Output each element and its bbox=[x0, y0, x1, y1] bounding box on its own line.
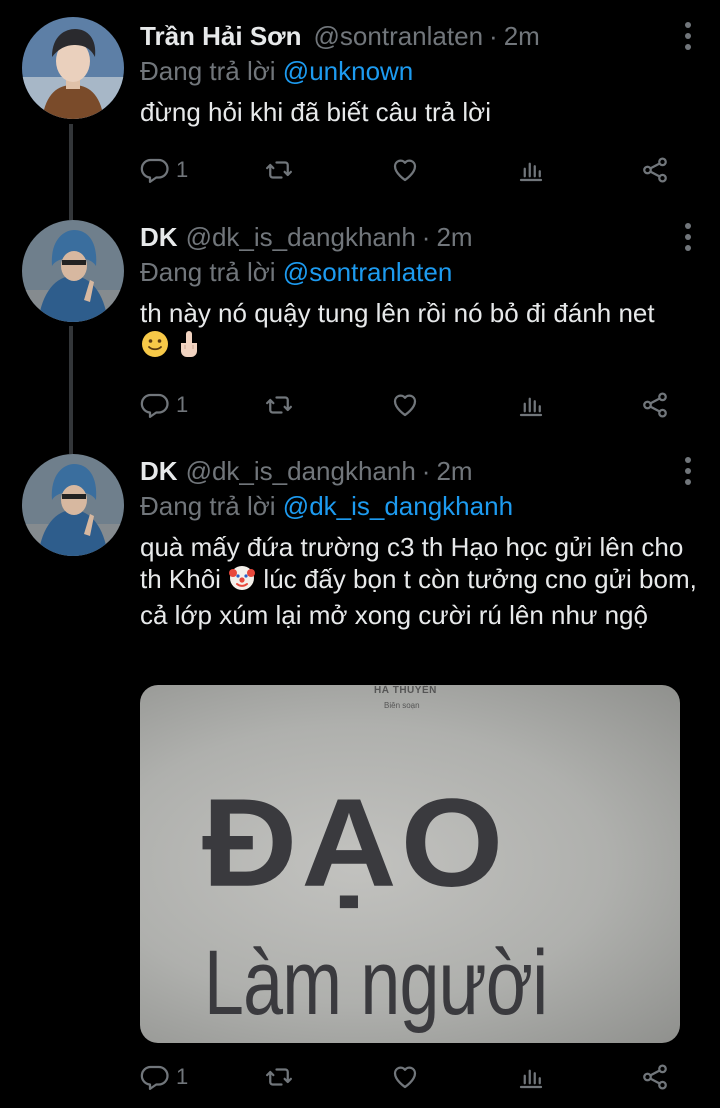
avatar[interactable] bbox=[22, 220, 124, 322]
analytics-icon bbox=[519, 1069, 543, 1089]
reply-mention-link[interactable]: @sontranlaten bbox=[283, 257, 453, 287]
book-author: HÀ THUYÊN bbox=[374, 685, 437, 696]
more-options-icon[interactable] bbox=[676, 18, 700, 54]
reply-icon bbox=[140, 158, 169, 183]
analytics-button[interactable] bbox=[516, 1057, 546, 1097]
book-title: ĐẠO bbox=[202, 772, 508, 913]
like-button[interactable] bbox=[390, 150, 420, 190]
share-button[interactable] bbox=[640, 385, 670, 425]
like-button[interactable] bbox=[390, 1057, 420, 1097]
slightly-smiling-face-emoji bbox=[140, 329, 170, 366]
tweet-header: DK @dk_is_dangkhanh · 2m bbox=[140, 219, 700, 255]
separator-dot: · bbox=[489, 20, 498, 51]
reply-icon bbox=[140, 1065, 169, 1090]
analytics-button[interactable] bbox=[516, 385, 546, 425]
like-button[interactable] bbox=[390, 385, 420, 425]
retweet-button[interactable] bbox=[264, 385, 294, 425]
retweet-icon bbox=[266, 161, 292, 179]
separator-dot: · bbox=[421, 455, 431, 486]
avatar[interactable] bbox=[22, 454, 124, 556]
reply-button[interactable]: 1 bbox=[140, 150, 188, 190]
heart-icon bbox=[393, 159, 417, 182]
display-name[interactable]: Trần Hải Sơn bbox=[140, 21, 302, 52]
tweet-header: DK @dk_is_dangkhanh · 2m bbox=[140, 453, 700, 489]
analytics-icon bbox=[519, 397, 543, 417]
tweet-media-image[interactable]: HÀ THUYÊN Biên soạn ĐẠO Làm người bbox=[140, 685, 680, 1043]
share-icon bbox=[643, 157, 667, 183]
analytics-button[interactable] bbox=[516, 150, 546, 190]
display-name[interactable]: DK bbox=[140, 222, 178, 253]
replying-to: Đang trả lời @sontranlaten bbox=[140, 255, 700, 289]
reply-button[interactable]: 1 bbox=[140, 385, 188, 425]
retweet-button[interactable] bbox=[264, 150, 294, 190]
share-button[interactable] bbox=[640, 1057, 670, 1097]
reply-count: 1 bbox=[176, 392, 189, 417]
replying-to-label: Đang trả lời bbox=[140, 491, 276, 521]
share-button[interactable] bbox=[640, 150, 670, 190]
display-name[interactable]: DK bbox=[140, 456, 178, 487]
replying-to: Đang trả lời @unknown bbox=[140, 54, 700, 88]
tweet-text: quà mấy đứa trường c3 th Hạo học gửi lên… bbox=[140, 531, 700, 631]
heart-icon bbox=[393, 1066, 417, 1089]
heart-icon bbox=[393, 394, 417, 417]
share-icon bbox=[643, 392, 667, 418]
analytics-icon bbox=[519, 162, 543, 182]
tweet-actions: 1 bbox=[140, 150, 680, 190]
username[interactable]: @dk_is_dangkhanh bbox=[186, 222, 416, 253]
replying-to-label: Đang trả lời bbox=[140, 257, 276, 287]
more-options-icon[interactable] bbox=[676, 453, 700, 489]
tweet-text: đừng hỏi khi đã biết câu trả lời bbox=[140, 97, 491, 127]
tweet-actions: 1 bbox=[140, 1057, 680, 1097]
username[interactable]: @sontranlaten bbox=[314, 21, 484, 52]
reply-mention-link[interactable]: @unknown bbox=[283, 56, 413, 86]
timestamp[interactable]: 2m bbox=[436, 222, 472, 253]
timestamp[interactable]: 2m bbox=[436, 456, 472, 487]
avatar[interactable] bbox=[22, 17, 124, 119]
replying-to: Đang trả lời @dk_is_dangkhanh bbox=[140, 489, 700, 523]
retweet-button[interactable] bbox=[264, 1057, 294, 1097]
reply-count: 1 bbox=[176, 157, 189, 182]
reply-icon bbox=[140, 393, 169, 418]
tweet-text-part-2: lúc đấy bọn t còn tưởng cno gửi bom, cả … bbox=[140, 564, 697, 630]
tweet-text-body: th này nó quậy tung lên rồi nó bỏ đi đán… bbox=[140, 298, 655, 328]
share-icon bbox=[643, 1064, 667, 1090]
book-editor-label: Biên soạn bbox=[384, 701, 420, 710]
retweet-icon bbox=[266, 1068, 292, 1086]
separator-dot: · bbox=[421, 221, 431, 252]
middle-finger-emoji bbox=[177, 329, 201, 366]
reply-button[interactable]: 1 bbox=[140, 1057, 188, 1097]
tweet-text: th này nó quậy tung lên rồi nó bỏ đi đán… bbox=[140, 297, 700, 366]
timestamp[interactable]: 2m bbox=[504, 21, 540, 52]
reply-mention-link[interactable]: @dk_is_dangkhanh bbox=[283, 491, 513, 521]
tweet-actions: 1 bbox=[140, 385, 680, 425]
more-options-icon[interactable] bbox=[676, 219, 700, 255]
book-subtitle: Làm người bbox=[204, 932, 548, 1034]
clown-face-emoji bbox=[228, 564, 256, 599]
tweet-header: Trần Hải Sơn @sontranlaten · 2m bbox=[140, 18, 700, 54]
username[interactable]: @dk_is_dangkhanh bbox=[186, 456, 416, 487]
tweet[interactable]: Trần Hải Sơn @sontranlaten · 2m Đang trả… bbox=[0, 0, 720, 200]
retweet-icon bbox=[266, 396, 292, 414]
replying-to-label: Đang trả lời bbox=[140, 56, 276, 86]
tweet[interactable]: DK @dk_is_dangkhanh · 2m Đang trả lời @s… bbox=[0, 200, 720, 440]
reply-count: 1 bbox=[176, 1064, 189, 1089]
